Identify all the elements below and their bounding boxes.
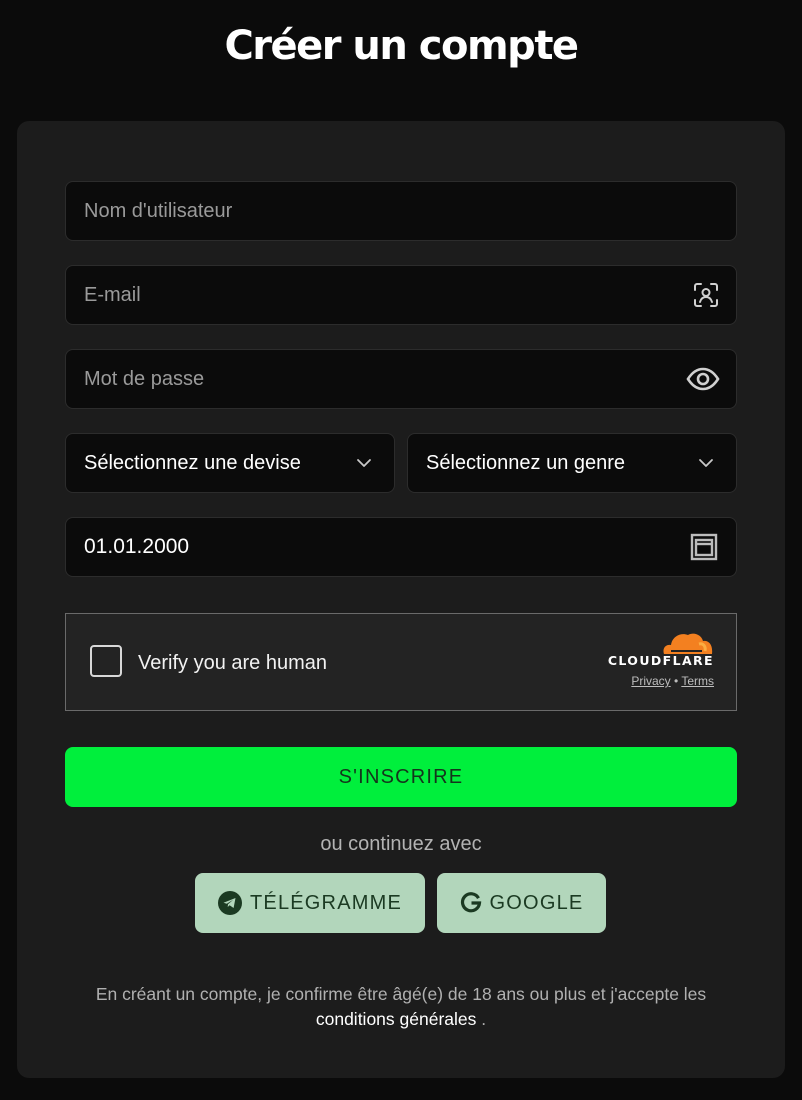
legal-notice: En créant un compte, je confirme être âg… bbox=[40, 982, 762, 1032]
cloudflare-wordmark: CLOUDFLARE bbox=[607, 653, 714, 668]
privacy-link[interactable]: Privacy bbox=[631, 674, 670, 688]
telegram-icon bbox=[217, 891, 242, 915]
google-icon bbox=[460, 892, 482, 914]
chevron-down-icon bbox=[356, 458, 372, 468]
legal-end: . bbox=[481, 1009, 487, 1029]
or-continue-text: ou continuez avec bbox=[320, 833, 482, 855]
terms-conditions-link[interactable]: conditions générales bbox=[316, 1009, 477, 1029]
gender-select-label: Sélectionnez un genre bbox=[426, 451, 626, 474]
password-field[interactable] bbox=[65, 349, 737, 409]
link-separator: • bbox=[674, 674, 679, 688]
eye-icon[interactable] bbox=[686, 367, 720, 391]
currency-select[interactable]: Sélectionnez une devise bbox=[65, 433, 395, 493]
username-field[interactable] bbox=[65, 181, 737, 241]
signup-button[interactable]: S'INSCRIRE bbox=[65, 747, 737, 807]
username-input[interactable] bbox=[84, 199, 718, 223]
captcha-links: Privacy • Terms bbox=[602, 674, 714, 688]
terms-link[interactable]: Terms bbox=[681, 674, 714, 688]
gender-select[interactable]: Sélectionnez un genre bbox=[407, 433, 737, 493]
calendar-icon[interactable] bbox=[690, 533, 718, 561]
currency-select-label: Sélectionnez une devise bbox=[84, 451, 301, 474]
captcha-label: Verify you are human bbox=[138, 652, 327, 674]
password-input[interactable] bbox=[84, 367, 718, 391]
captcha-widget: Verify you are human CLOUDFLARE Privacy … bbox=[65, 613, 737, 711]
page-title: Créer un compte bbox=[224, 23, 579, 69]
contact-card-icon[interactable] bbox=[692, 281, 720, 309]
cloudflare-logo: CLOUDFLARE Privacy • Terms bbox=[602, 631, 714, 688]
birthdate-value: 01.01.2000 bbox=[84, 535, 190, 558]
legal-text: En créant un compte, je confirme être âg… bbox=[95, 984, 707, 1004]
email-input[interactable] bbox=[84, 283, 718, 307]
google-label: GOOGLE bbox=[489, 891, 584, 914]
birthdate-field[interactable]: 01.01.2000 bbox=[65, 517, 737, 577]
google-button[interactable]: GOOGLE bbox=[437, 873, 606, 933]
chevron-down-icon bbox=[698, 458, 714, 468]
telegram-label: TÉLÉGRAMME bbox=[249, 891, 403, 914]
cloud-icon bbox=[663, 633, 713, 654]
telegram-button[interactable]: TÉLÉGRAMME bbox=[195, 873, 425, 933]
captcha-checkbox[interactable] bbox=[90, 645, 122, 677]
email-field[interactable] bbox=[65, 265, 737, 325]
